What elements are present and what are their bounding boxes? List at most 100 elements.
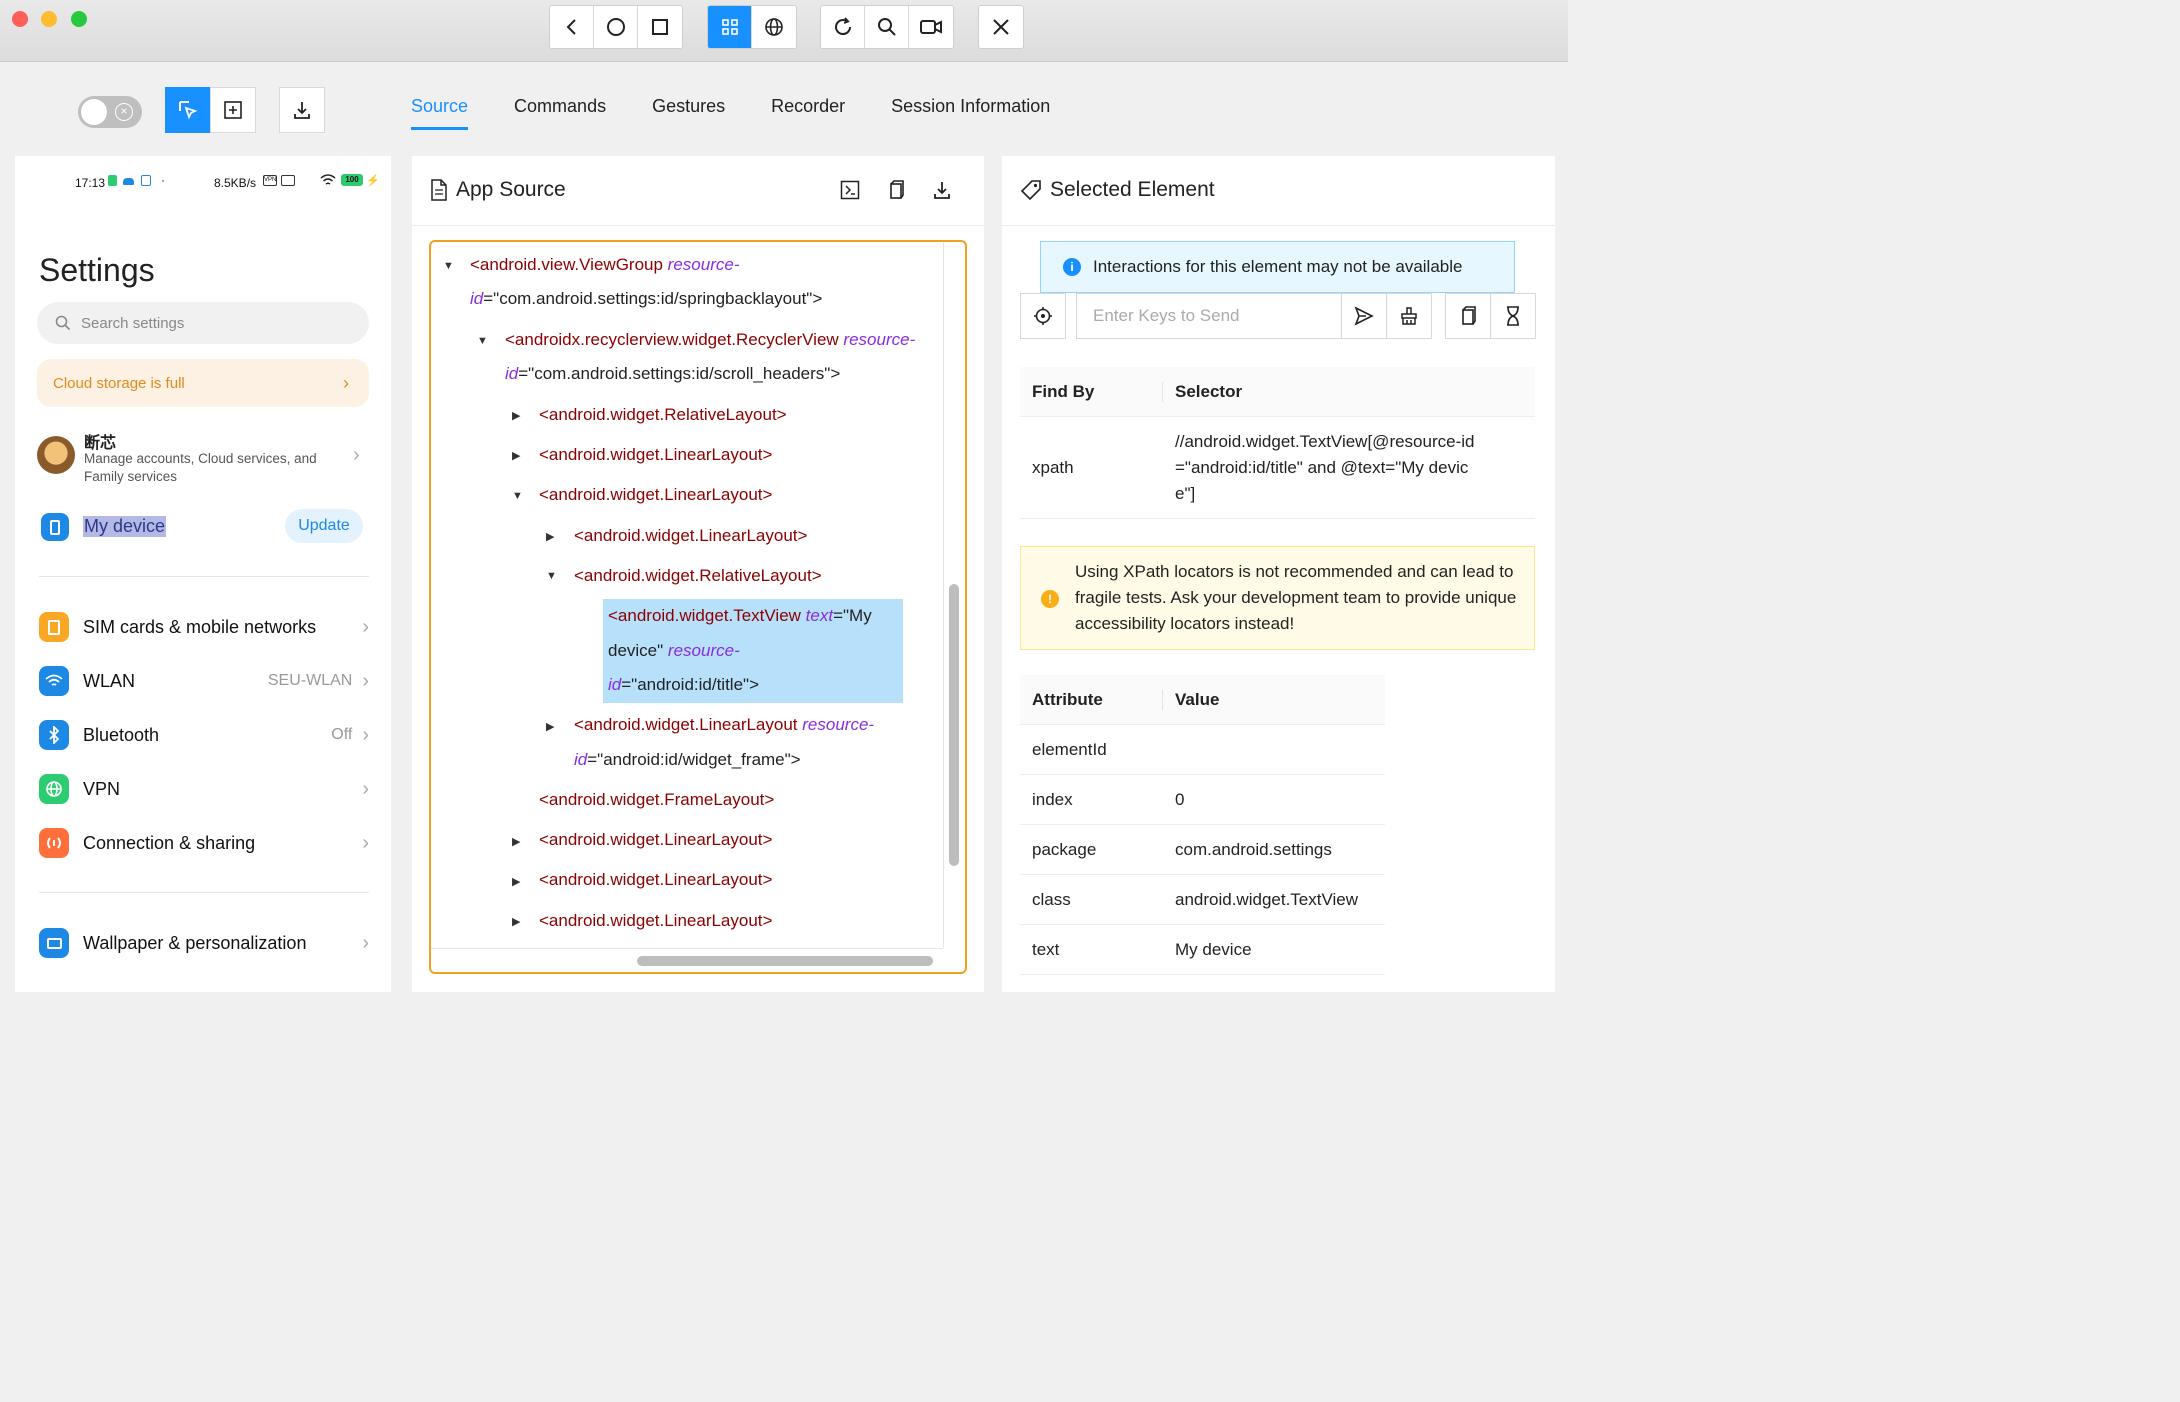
tap-coordinates-button[interactable]: [210, 87, 256, 133]
native-mode-button[interactable]: [708, 6, 752, 48]
caret-down-icon[interactable]: ▼: [546, 570, 557, 582]
close-window-button[interactable]: [12, 11, 28, 27]
selected-element-panel: Selected Element i Interactions for this…: [1002, 156, 1555, 992]
tree-node[interactable]: <android.widget.FrameLayout>: [539, 783, 774, 817]
tree-node-selected[interactable]: <android.widget.TextView text="My: [608, 599, 872, 633]
settings-row-connection[interactable]: Connection & sharing ›: [39, 823, 369, 863]
file-icon: [431, 179, 447, 201]
selector-row[interactable]: xpath //android.widget.TextView[@resourc…: [1020, 417, 1535, 519]
caret-down-icon[interactable]: ▼: [512, 490, 523, 502]
record-button[interactable]: [909, 6, 953, 48]
charging-icon: ⚡: [366, 175, 380, 187]
settings-row-wlan[interactable]: WLAN SEU-WLAN ›: [39, 661, 369, 701]
select-cursor-icon: [179, 101, 198, 120]
tab-source[interactable]: Source: [411, 96, 469, 130]
tree-node[interactable]: <android.widget.LinearLayout>: [539, 863, 772, 897]
download-screenshot-button[interactable]: [279, 87, 325, 133]
tree-node[interactable]: <android.view.ViewGroup resource-: [470, 248, 739, 282]
caret-right-icon[interactable]: ▶: [512, 915, 520, 928]
caret-right-icon[interactable]: ▶: [512, 409, 520, 422]
toggle-attributes-button[interactable]: [838, 178, 862, 202]
show-refresh-toggle[interactable]: ×: [78, 96, 142, 128]
status-time: 17:13: [75, 176, 106, 190]
tab-commands[interactable]: Commands: [514, 96, 606, 130]
cloud-storage-notice[interactable]: Cloud storage is full ›: [37, 359, 369, 407]
chevron-right-icon: ›: [343, 372, 349, 393]
account-description: Manage accounts, Cloud services, and Fam…: [84, 451, 317, 484]
my-device-label[interactable]: My device: [83, 516, 167, 537]
tree-node[interactable]: <androidx.recyclerview.widget.RecyclerVi…: [505, 323, 915, 357]
tab-session-information[interactable]: Session Information: [891, 96, 1050, 130]
tab-gestures[interactable]: Gestures: [652, 96, 725, 130]
globe-icon: [765, 18, 783, 36]
tree-node[interactable]: <android.widget.LinearLayout resource-: [574, 708, 874, 742]
hourglass-icon: [1507, 306, 1519, 326]
selector-table: Find By Selector xpath //android.widget.…: [1020, 367, 1535, 519]
caret-right-icon[interactable]: ▶: [512, 449, 520, 462]
video-icon: [920, 20, 942, 34]
caret-right-icon[interactable]: ▶: [512, 835, 520, 848]
attributes-table-header: Attribute Value: [1020, 675, 1385, 725]
caret-down-icon[interactable]: ▼: [443, 260, 454, 272]
send-keys-button[interactable]: [1341, 293, 1387, 339]
home-button[interactable]: [594, 6, 638, 48]
download-icon: [294, 102, 310, 119]
copy-attributes-button[interactable]: [1445, 293, 1491, 339]
minimize-window-button[interactable]: [41, 11, 57, 27]
status-net-speed: 8.5KB/s: [214, 176, 257, 190]
refresh-button[interactable]: [821, 6, 865, 48]
row-label: Wallpaper & personalization: [83, 932, 307, 953]
settings-row-wallpaper[interactable]: Wallpaper & personalization ›: [39, 923, 369, 963]
vertical-scrollbar[interactable]: [949, 584, 959, 866]
tab-recorder[interactable]: Recorder: [771, 96, 845, 130]
selector-value[interactable]: //android.widget.TextView[@resource-id =…: [1163, 429, 1474, 507]
search-elements-button[interactable]: [865, 6, 909, 48]
crosshair-icon: [1034, 307, 1052, 325]
back-button[interactable]: [550, 6, 594, 48]
source-tree[interactable]: ▼ <android.view.ViewGroup resource- id="…: [429, 240, 967, 974]
device-nav-group: [549, 5, 683, 49]
select-elements-button[interactable]: [165, 87, 211, 133]
tree-node[interactable]: <android.widget.LinearLayout>: [539, 823, 772, 857]
attributes-table: Attribute Value elementId index 0 package…: [1020, 675, 1385, 975]
findby-header: Find By: [1020, 381, 1163, 402]
app-switch-button[interactable]: [638, 6, 682, 48]
caret-down-icon[interactable]: ▼: [477, 335, 488, 347]
row-value: SEU-WLAN: [267, 672, 353, 689]
zoom-window-button[interactable]: [71, 11, 87, 27]
caret-right-icon[interactable]: ▶: [546, 720, 554, 733]
tree-node[interactable]: <android.widget.RelativeLayout>: [539, 398, 787, 432]
caret-right-icon[interactable]: ▶: [546, 530, 554, 543]
settings-search[interactable]: Search settings: [37, 302, 369, 344]
caret-right-icon[interactable]: ▶: [512, 875, 520, 888]
update-button[interactable]: Update: [285, 509, 363, 543]
search-icon: [877, 18, 896, 36]
device-screenshot[interactable]: 17:13 · 8.5KB/s VPN 100 ⚡ Settings Searc…: [15, 156, 391, 992]
tree-node-cont: id="android:id/widget_frame">: [574, 750, 801, 769]
tap-element-button[interactable]: [1020, 293, 1066, 339]
row-label: SIM cards & mobile networks: [83, 616, 317, 637]
settings-row-bluetooth[interactable]: Bluetooth Off ›: [39, 715, 369, 755]
tree-node[interactable]: <android.widget.RelativeLayout>: [574, 559, 822, 593]
settings-row-vpn[interactable]: VPN ›: [39, 769, 369, 809]
avatar[interactable]: [37, 436, 75, 474]
web-mode-button[interactable]: [752, 6, 796, 48]
quit-session-button[interactable]: [979, 6, 1023, 48]
tree-node[interactable]: <android.widget.LinearLayout>: [539, 438, 772, 472]
settings-row-sim[interactable]: SIM cards & mobile networks ›: [39, 607, 369, 647]
copy-source-button[interactable]: [884, 178, 908, 202]
attribute-value: com.android.settings: [1175, 839, 1332, 859]
attribute-header: Attribute: [1020, 689, 1163, 710]
selected-element-header: Selected Element: [1002, 156, 1555, 226]
get-timing-button[interactable]: [1490, 293, 1536, 339]
send-keys-input[interactable]: Enter Keys to Send: [1076, 293, 1342, 339]
clear-element-button[interactable]: [1386, 293, 1432, 339]
tree-node[interactable]: <android.widget.LinearLayout>: [539, 478, 772, 512]
tree-node[interactable]: <android.widget.LinearLayout>: [574, 519, 807, 553]
chevron-right-icon: ›: [362, 777, 369, 800]
tree-node[interactable]: <android.widget.LinearLayout>: [539, 904, 772, 938]
horizontal-scrollbar[interactable]: [637, 956, 933, 966]
download-source-button[interactable]: [930, 178, 954, 202]
row-label: Bluetooth: [83, 724, 160, 745]
search-placeholder: Search settings: [81, 314, 185, 332]
